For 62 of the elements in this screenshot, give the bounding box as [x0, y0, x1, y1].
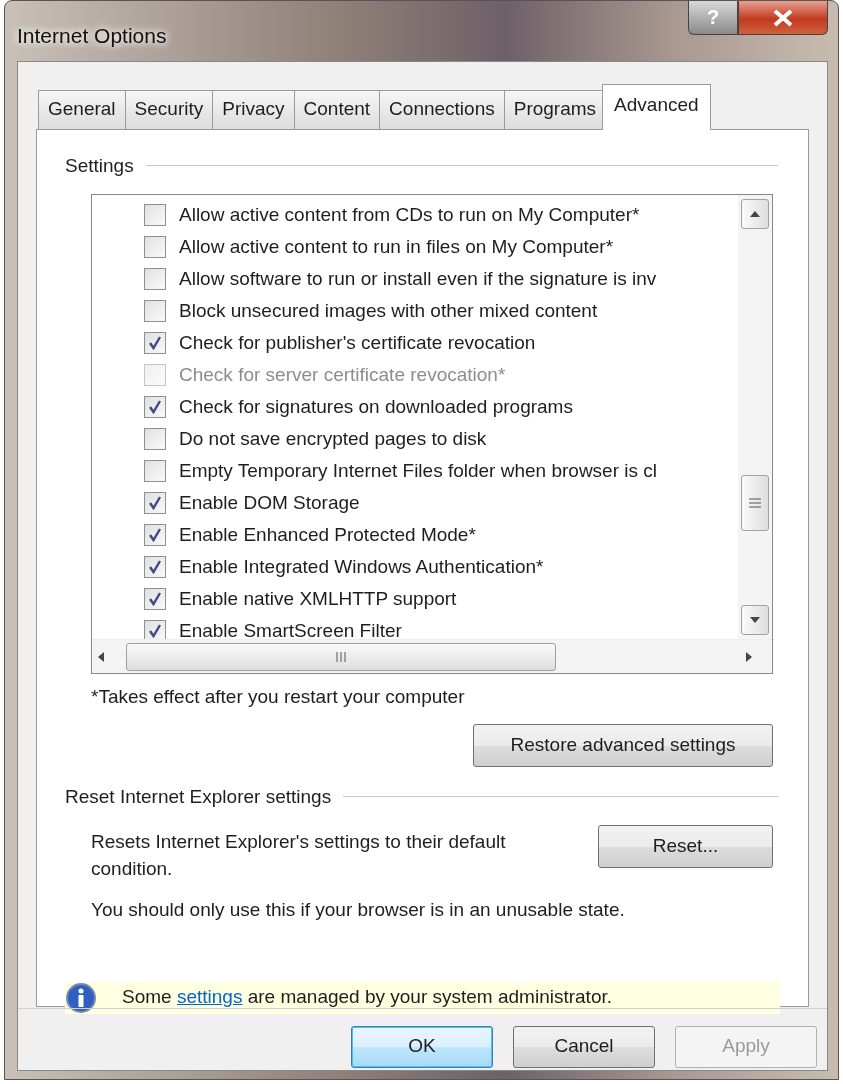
checkbox[interactable] [144, 460, 166, 482]
checkbox-label: Allow active content from CDs to run on My Computer* [179, 202, 640, 227]
checkbox-label: Check for publisher's certificate revocation [179, 330, 536, 355]
close-button[interactable] [738, 1, 828, 35]
scroll-up-icon [750, 211, 760, 217]
grip-icon [749, 498, 761, 508]
checkbox-label: Empty Temporary Internet Files folder when browser is cl [179, 458, 657, 483]
restore-button[interactable]: Restore advanced settings [473, 723, 773, 767]
close-icon [772, 8, 794, 27]
scroll-right-icon [746, 651, 752, 662]
reset-note: You should only use this if your browser is in an unusable state. [91, 898, 626, 922]
checkbox-label: Do not save encrypted pages to disk [179, 426, 487, 451]
checkbox[interactable] [144, 236, 166, 258]
check-icon [148, 528, 162, 542]
footnote: *Takes effect after you restart your computer [91, 685, 466, 709]
checkbox-label: Allow active content to run in files on My Computer* [179, 234, 614, 259]
checkbox-label: Enable DOM Storage [179, 490, 360, 515]
checkbox-label: Enable Integrated Windows Authentication* [179, 554, 544, 579]
checkbox-label: Enable SmartScreen Filter [179, 618, 402, 639]
horizontal-scrollbar[interactable] [92, 639, 772, 673]
checkbox-label: Block unsecured images with other mixed content [179, 298, 598, 323]
checkbox[interactable] [144, 524, 166, 546]
checkbox[interactable] [144, 588, 166, 610]
scroll-down-icon [750, 617, 760, 623]
checkbox[interactable] [144, 204, 166, 226]
checkbox[interactable] [144, 492, 166, 514]
check-icon [148, 336, 162, 350]
group-title: Reset Internet Explorer settings [65, 784, 332, 809]
tab[interactable]: Advanced [602, 84, 711, 130]
checkbox[interactable] [144, 268, 166, 290]
checkbox[interactable] [144, 332, 166, 354]
check-icon [148, 560, 162, 574]
check-icon [148, 400, 162, 414]
reset-description: Resets Internet Explorer's settings to their default condition. [91, 830, 507, 881]
group-title: Settings [65, 153, 134, 178]
reset-button[interactable]: Reset... [598, 825, 773, 868]
tab[interactable]: General [38, 90, 126, 129]
check-icon [148, 624, 162, 638]
tab[interactable]: Privacy [212, 90, 295, 129]
checkbox[interactable] [144, 556, 166, 578]
checkbox-label: Enable Enhanced Protected Mode* [179, 522, 476, 547]
dialog-button[interactable]: Cancel [513, 1025, 655, 1068]
grip-icon [336, 651, 346, 662]
checkbox[interactable] [144, 428, 166, 450]
checkbox[interactable] [144, 396, 166, 418]
scroll-left-icon [98, 651, 104, 662]
check-icon [148, 592, 162, 606]
tab[interactable]: Content [293, 90, 381, 129]
tab[interactable]: Security [124, 90, 214, 129]
checkbox-label: Allow software to run or install even if the signature is inv [179, 266, 657, 291]
vertical-scrollbar[interactable] [738, 195, 772, 639]
checkbox-label: Enable native XMLHTTP support [179, 586, 457, 611]
check-icon [148, 496, 162, 510]
dialog-button[interactable]: OK [351, 1025, 493, 1068]
checkbox-label: Check for server certificate revocation* [179, 362, 506, 387]
checkbox[interactable] [144, 620, 166, 639]
checkbox-label: Check for signatures on downloaded programs [179, 394, 573, 419]
window-title: Internet Options [17, 23, 167, 50]
checkbox[interactable] [144, 300, 166, 322]
settings-link[interactable]: settings [176, 986, 243, 1008]
info-message: Some settings are managed by your system administrator. [122, 985, 612, 1010]
tab[interactable]: Connections [379, 90, 505, 129]
